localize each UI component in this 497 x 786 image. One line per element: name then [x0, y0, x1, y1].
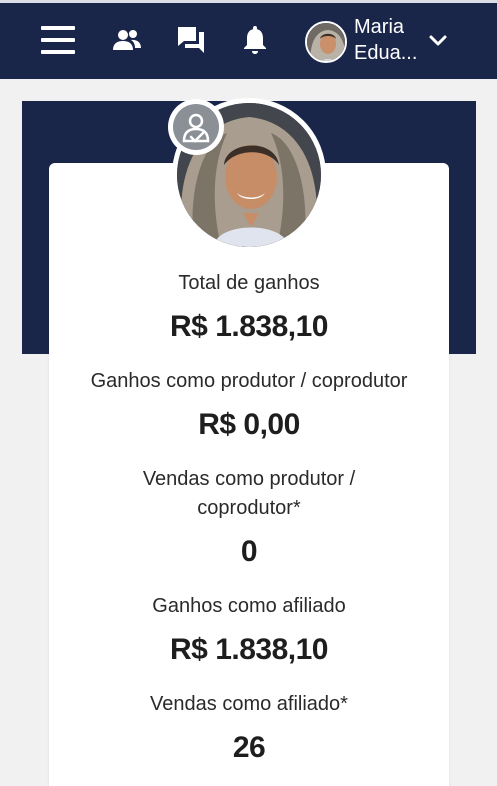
- affiliate-sales-label: Vendas como afiliado*: [150, 693, 348, 715]
- user-badge-icon: [173, 104, 219, 150]
- bell-icon[interactable]: [240, 24, 270, 56]
- total-earnings-value: R$ 1.838,10: [170, 310, 328, 343]
- producer-sales-label-line2: coprodutor*: [197, 497, 301, 519]
- producer-earnings-label: Ganhos como produtor / coprodutor: [90, 370, 408, 392]
- users-icon[interactable]: [111, 26, 143, 54]
- producer-sales-value: 0: [240, 535, 258, 568]
- user-avatar[interactable]: [305, 21, 347, 63]
- chevron-down-icon[interactable]: [427, 32, 449, 50]
- producer-sales-label-line1: Vendas como produtor /: [142, 468, 356, 490]
- account-badge: [168, 99, 224, 155]
- producer-earnings-value: R$ 0,00: [198, 408, 300, 441]
- user-name-second: Edua...: [354, 42, 418, 64]
- affiliate-earnings-value: R$ 1.838,10: [170, 633, 328, 666]
- affiliate-earnings-label: Ganhos como afiliado: [152, 595, 346, 617]
- user-name[interactable]: Maria Edua...: [354, 14, 428, 66]
- total-earnings-label: Total de ganhos: [178, 272, 320, 294]
- user-name-first: Maria: [354, 16, 405, 38]
- affiliate-sales-value: 26: [232, 731, 266, 764]
- menu-icon[interactable]: [40, 26, 76, 54]
- chat-icon[interactable]: [174, 24, 208, 56]
